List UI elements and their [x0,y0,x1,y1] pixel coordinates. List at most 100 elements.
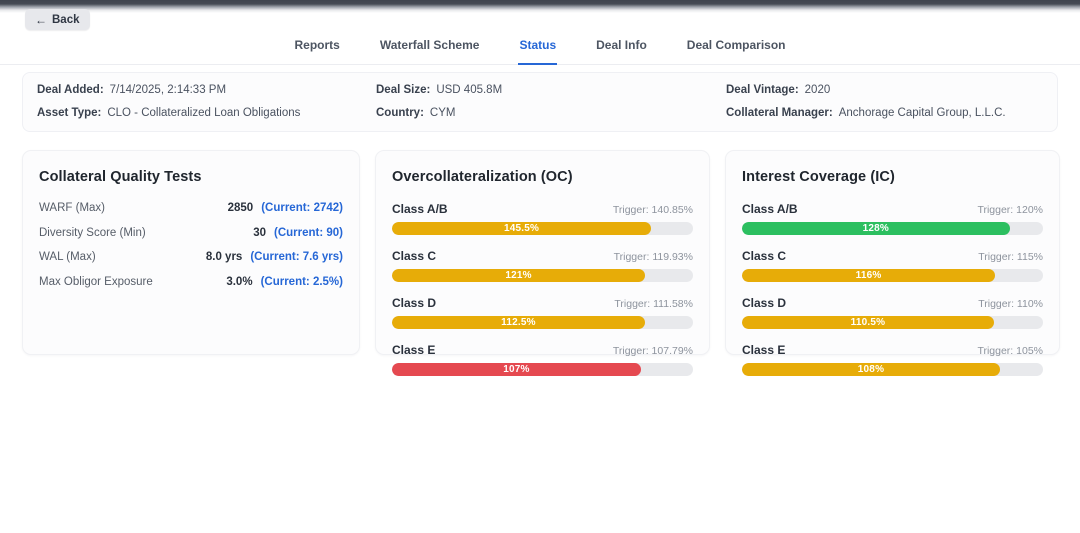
collateral-quality-tests-title: Collateral Quality Tests [39,169,343,185]
ic-bar-fill: 108% [742,363,1000,376]
oc-bars: Class A/B Trigger: 140.85% 145.5% Class C Tr… [392,202,693,376]
oc-row-head: Class A/B Trigger: 140.85% [392,202,693,216]
tab-bar: Reports Waterfall Scheme Status Deal Info De… [0,31,1080,65]
oc-bar-track: 145.5% [392,222,693,235]
ic-bars: Class A/B Trigger: 120% 128% Class C Trigger… [742,202,1043,376]
quality-test-limit: 3.0% [226,276,252,288]
deal-info-item-deal-added: Deal Added: 7/14/2025, 2:14:33 PM [37,84,376,97]
deal-info-column-1: Deal Added: 7/14/2025, 2:14:33 PM Asset Ty… [37,84,376,120]
tab-deal-comparison[interactable]: Deal Comparison [686,31,787,65]
ic-bar-track: 128% [742,222,1043,235]
oc-bar-track: 121% [392,269,693,282]
ic-bar-fill: 128% [742,222,1010,235]
oc-trigger-label: Trigger: 111.58% [614,298,693,310]
oc-row-head: Class D Trigger: 111.58% [392,296,693,310]
clo-deal-status-page: ← Back Reports Waterfall Scheme Status Deal… [0,0,1080,533]
oc-row-class-e: Class E Trigger: 107.79% 107% [392,343,693,376]
ic-row-head: Class C Trigger: 115% [742,249,1043,263]
deal-info-value: 7/14/2025, 2:14:33 PM [110,84,226,96]
deal-info-column-3: Deal Vintage: 2020 Collateral Manager: Anch… [726,84,1047,120]
ic-bar-track: 108% [742,363,1043,376]
oc-row-class-a-b: Class A/B Trigger: 140.85% 145.5% [392,202,693,235]
ic-row-class-e: Class E Trigger: 105% 108% [742,343,1043,376]
oc-trigger-label: Trigger: 119.93% [614,251,693,263]
ic-row-class-a-b: Class A/B Trigger: 120% 128% [742,202,1043,235]
tab-waterfall-scheme[interactable]: Waterfall Scheme [379,31,481,65]
oc-trigger-label: Trigger: 140.85% [613,204,693,216]
oc-class-label: Class D [392,296,436,310]
deal-info-item-deal-vintage: Deal Vintage: 2020 [726,84,1047,97]
back-button[interactable]: ← Back [25,9,90,30]
quality-test-limit: 2850 [228,202,254,214]
ic-row-head: Class A/B Trigger: 120% [742,202,1043,216]
oc-class-label: Class E [392,343,435,357]
back-arrow-icon: ← [35,14,47,26]
ic-trigger-label: Trigger: 110% [978,298,1043,310]
ic-row-head: Class D Trigger: 110% [742,296,1043,310]
deal-info-label: Country: [376,107,424,119]
interest-coverage-card: Interest Coverage (IC) Class A/B Trigger:… [725,150,1060,355]
deal-info-value: CYM [430,107,456,119]
quality-test-current: (Current: 2742) [261,202,343,214]
overcollateralization-title: Overcollateralization (OC) [392,169,693,185]
oc-class-label: Class C [392,249,436,263]
ic-row-class-c: Class C Trigger: 115% 116% [742,249,1043,282]
oc-bar-fill: 107% [392,363,641,376]
deal-info-value: Anchorage Capital Group, L.L.C. [839,107,1006,119]
oc-row-head: Class C Trigger: 119.93% [392,249,693,263]
ic-class-label: Class D [742,296,786,310]
quality-test-label: Max Obligor Exposure [39,276,226,288]
oc-row-class-d: Class D Trigger: 111.58% 112.5% [392,296,693,329]
quality-test-row-max-obligor-exposure: Max Obligor Exposure3.0% (Current: 2.5%) [39,276,343,288]
ic-bar-track: 110.5% [742,316,1043,329]
quality-test-row-diversity-score-min: Diversity Score (Min)30(Current: 90) [39,227,343,239]
deal-info-value: CLO - Collateralized Loan Obligations [107,107,300,119]
window-top-edge [0,0,1080,13]
deal-info-value: USD 405.8M [436,84,502,96]
deal-info-column-2: Deal Size: USD 405.8M Country: CYM [376,84,726,120]
ic-bar-fill: 110.5% [742,316,994,329]
deal-info-item-country: Country: CYM [376,107,726,120]
oc-row-head: Class E Trigger: 107.79% [392,343,693,357]
ic-class-label: Class E [742,343,785,357]
oc-bar-track: 107% [392,363,693,376]
tab-status[interactable]: Status [518,31,557,65]
quality-test-label: WAL (Max) [39,251,206,263]
quality-test-label: Diversity Score (Min) [39,227,253,239]
quality-test-row-wal-max: WAL (Max)8.0 yrs (Current: 7.6 yrs) [39,251,343,263]
deal-info-item-deal-size: Deal Size: USD 405.8M [376,84,726,97]
quality-test-current: (Current: 7.6 yrs) [250,251,343,263]
deal-info-item-collateral-manager: Collateral Manager: Anchorage Capital Gro… [726,107,1047,120]
deal-info-item-asset-type: Asset Type: CLO - Collateralized Loan Obl… [37,107,376,120]
oc-trigger-label: Trigger: 107.79% [613,345,693,357]
tab-deal-info[interactable]: Deal Info [595,31,648,65]
ic-trigger-label: Trigger: 105% [977,345,1043,357]
back-button-label: Back [52,14,80,26]
ic-class-label: Class A/B [742,202,798,216]
ic-class-label: Class C [742,249,786,263]
oc-bar-fill: 112.5% [392,316,645,329]
quality-test-current: (Current: 90) [274,227,343,239]
deal-info-label: Deal Size: [376,84,430,96]
deal-info-label: Deal Added: [37,84,104,96]
quality-test-limit: 8.0 yrs [206,251,242,263]
deal-info-label: Collateral Manager: [726,107,833,119]
oc-row-class-c: Class C Trigger: 119.93% 121% [392,249,693,282]
ic-trigger-label: Trigger: 115% [978,251,1043,263]
ic-row-head: Class E Trigger: 105% [742,343,1043,357]
quality-test-current: (Current: 2.5%) [261,276,343,288]
oc-class-label: Class A/B [392,202,448,216]
interest-coverage-title: Interest Coverage (IC) [742,169,1043,185]
overcollateralization-card: Overcollateralization (OC) Class A/B Trig… [375,150,710,355]
quality-tests-rows: WARF (Max)2850 (Current: 2742) Diversity S… [39,202,343,288]
deal-info-label: Asset Type: [37,107,101,119]
collateral-quality-tests-card: Collateral Quality Tests WARF (Max)2850 (… [22,150,360,355]
oc-bar-fill: 121% [392,269,645,282]
oc-bar-track: 112.5% [392,316,693,329]
deal-info-label: Deal Vintage: [726,84,799,96]
quality-test-label: WARF (Max) [39,202,228,214]
ic-trigger-label: Trigger: 120% [977,204,1043,216]
tab-reports[interactable]: Reports [294,31,341,65]
deal-info-value: 2020 [805,84,831,96]
ic-bar-track: 116% [742,269,1043,282]
